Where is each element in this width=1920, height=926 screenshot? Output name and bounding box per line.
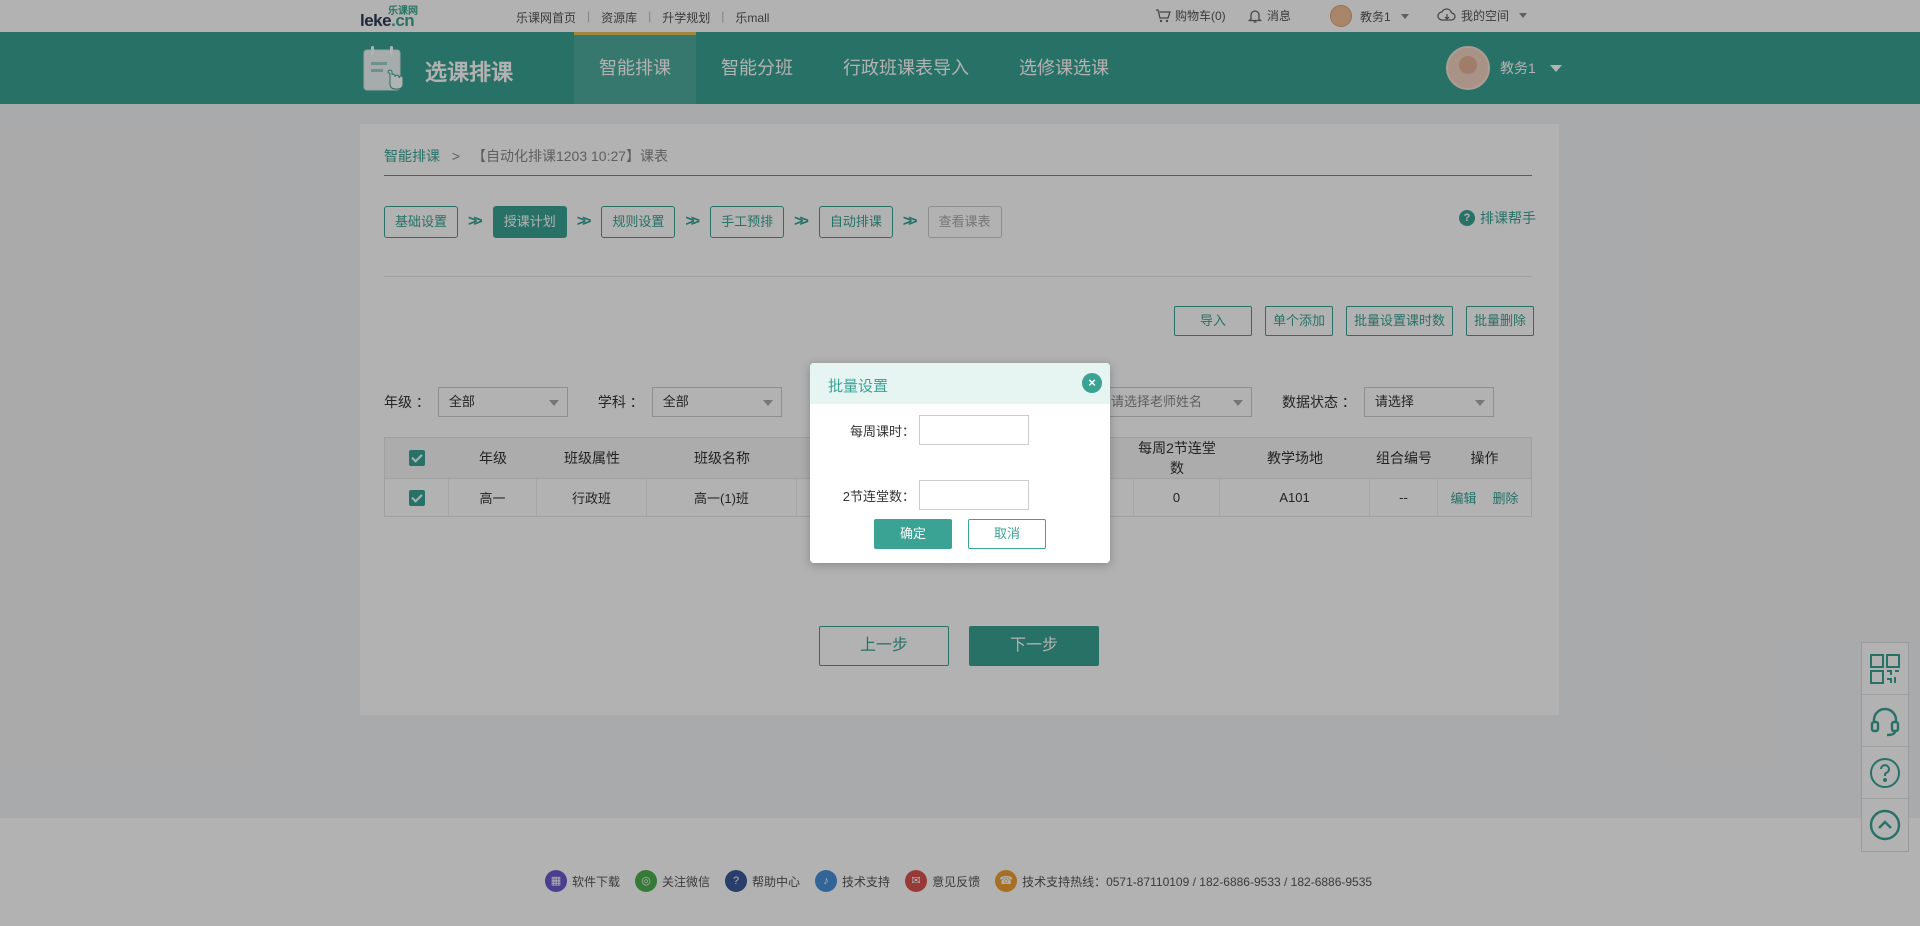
- dialog-header: 批量设置 ×: [810, 363, 1110, 404]
- weekly-hours-label: 每周课时：: [849, 423, 915, 439]
- double-periods-label: 2节连堂数：: [842, 488, 915, 504]
- double-periods-input[interactable]: [919, 480, 1029, 510]
- batch-settings-dialog: 批量设置 × 每周课时： 2节连堂数： 确定 取消: [810, 363, 1110, 563]
- close-icon[interactable]: ×: [1082, 373, 1102, 393]
- cancel-button[interactable]: 取消: [968, 519, 1046, 549]
- double-periods-row: 2节连堂数：: [810, 480, 1110, 510]
- dialog-title: 批量设置: [828, 378, 889, 395]
- weekly-hours-input[interactable]: [919, 415, 1029, 445]
- confirm-button[interactable]: 确定: [874, 519, 952, 549]
- weekly-hours-row: 每周课时：: [810, 415, 1110, 445]
